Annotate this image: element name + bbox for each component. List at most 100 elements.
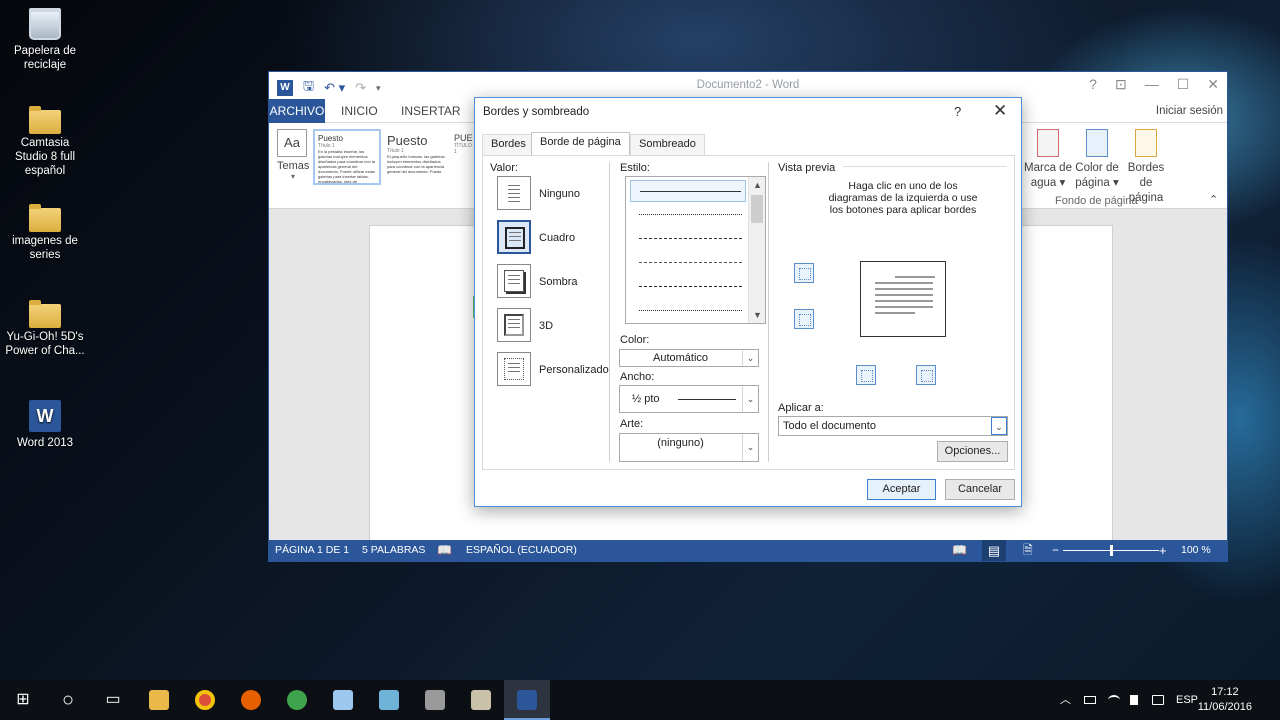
- app-tool-icon[interactable]: [412, 680, 458, 720]
- setting-cuadro-button[interactable]: [497, 220, 531, 254]
- line-style-dash-dot-dot[interactable]: [630, 300, 746, 322]
- word-taskbar-icon[interactable]: [504, 680, 550, 720]
- web-layout-icon[interactable]: 🗎: [1023, 540, 1033, 561]
- clock[interactable]: 17:12 11/06/2016: [1198, 685, 1252, 715]
- options-button[interactable]: Opciones...: [937, 441, 1008, 462]
- word-icon: W: [29, 400, 61, 432]
- style-set-thumb[interactable]: Puesto Título 1 El pequeño formato, las …: [383, 129, 449, 185]
- battery-icon[interactable]: [1084, 680, 1096, 720]
- tab-sombreado[interactable]: Sombreado: [630, 134, 705, 155]
- art-value: (ninguno): [657, 437, 704, 449]
- zoom-out-button[interactable]: −: [1052, 540, 1059, 561]
- tab-bordes[interactable]: Bordes: [482, 134, 535, 155]
- setting-personalizado-button[interactable]: [497, 352, 531, 386]
- setting-ninguno-label[interactable]: Ninguno: [539, 188, 580, 200]
- page-color-button[interactable]: Color de página ▾: [1073, 129, 1121, 191]
- line-style-list[interactable]: ▲ ▼: [625, 176, 766, 324]
- right-border-button[interactable]: [916, 365, 936, 385]
- app-globe-icon[interactable]: [274, 680, 320, 720]
- border-preview[interactable]: [860, 261, 946, 337]
- scroll-thumb[interactable]: [751, 195, 763, 223]
- ribbon-display-icon[interactable]: ⊡: [1115, 76, 1127, 93]
- cortana-icon[interactable]: ○: [45, 680, 91, 720]
- bottom-border-button[interactable]: [794, 309, 814, 329]
- scroll-up-icon[interactable]: ▲: [753, 180, 762, 190]
- help-icon[interactable]: ?: [1089, 76, 1097, 93]
- desktop-icon-yugioh[interactable]: Yu-Gi-Oh! 5D's Power of Cha...: [4, 300, 86, 358]
- apply-to-dropdown[interactable]: Todo el documento ⌄: [778, 416, 1008, 436]
- line-style-dotted[interactable]: [630, 204, 746, 226]
- wifi-icon[interactable]: [1108, 680, 1120, 720]
- desktop-icon-recycle-bin[interactable]: Papelera de reciclaje: [4, 8, 86, 72]
- zoom-slider-thumb[interactable]: [1110, 545, 1113, 556]
- temas-button[interactable]: Aa Temas ▾: [277, 129, 309, 181]
- print-layout-icon[interactable]: ▤: [982, 540, 1006, 561]
- minimize-icon[interactable]: —: [1145, 76, 1159, 93]
- line-style-dash-dot[interactable]: [630, 276, 746, 298]
- accept-button[interactable]: Aceptar: [867, 479, 936, 500]
- style-list-scrollbar[interactable]: ▲ ▼: [748, 177, 765, 323]
- chrome-icon[interactable]: [182, 680, 228, 720]
- setting-ninguno-button[interactable]: [497, 176, 531, 210]
- dialog-title: Bordes y sombreado: [483, 106, 590, 118]
- style-set-thumb[interactable]: Puesto Título 1 En la pestaña Insertar, …: [313, 129, 381, 185]
- tab-insertar[interactable]: INSERTAR: [401, 99, 461, 123]
- left-border-button[interactable]: [856, 365, 876, 385]
- close-icon[interactable]: ✕: [993, 101, 1007, 121]
- collapse-ribbon-icon[interactable]: ⌃: [1209, 193, 1218, 206]
- width-dropdown[interactable]: ½ pto ⌄: [619, 385, 759, 413]
- line-style-solid[interactable]: [630, 180, 746, 202]
- tab-inicio[interactable]: INICIO: [341, 99, 378, 123]
- app-media-icon[interactable]: [458, 680, 504, 720]
- estilo-label: Estilo:: [620, 162, 650, 174]
- proofing-icon[interactable]: 📖: [437, 540, 452, 561]
- style-set-thumb[interactable]: PUES TÍTULO 1: [450, 129, 474, 185]
- task-view-icon[interactable]: ▭: [90, 680, 136, 720]
- tab-borde-de-pagina[interactable]: Borde de página: [531, 132, 630, 155]
- zoom-in-button[interactable]: +: [1159, 540, 1167, 561]
- desktop-icon-word[interactable]: W Word 2013: [4, 400, 86, 450]
- line-style-dashed-small[interactable]: [630, 228, 746, 250]
- tab-archivo[interactable]: ARCHIVO: [269, 99, 325, 123]
- language-indicator[interactable]: ESP: [1176, 680, 1198, 720]
- desktop-icon-label: imagenes de series: [12, 235, 78, 261]
- help-icon[interactable]: ?: [954, 104, 961, 119]
- top-border-button[interactable]: [794, 263, 814, 283]
- line-style-dashed[interactable]: [630, 252, 746, 274]
- arte-label: Arte:: [620, 418, 644, 430]
- start-button[interactable]: ⊞: [0, 680, 46, 720]
- read-mode-icon[interactable]: 📖: [952, 540, 967, 561]
- page-borders-icon: [1135, 129, 1157, 157]
- status-bar: PÁGINA 1 DE 1 5 PALABRAS 📖 ESPAÑOL (ECUA…: [269, 540, 1227, 561]
- language-indicator[interactable]: ESPAÑOL (ECUADOR): [466, 540, 577, 561]
- volume-icon[interactable]: [1130, 680, 1138, 720]
- setting-3d-button[interactable]: [497, 308, 531, 342]
- restore-icon[interactable]: ☐: [1177, 76, 1190, 93]
- desktop-icon-imagenes[interactable]: imagenes de series: [4, 204, 86, 262]
- cancel-button[interactable]: Cancelar: [945, 479, 1015, 500]
- page-count[interactable]: PÁGINA 1 DE 1: [275, 540, 349, 561]
- firefox-icon[interactable]: [228, 680, 274, 720]
- desktop-icon-camtasia[interactable]: Camtasia Studio 8 full español: [4, 106, 86, 178]
- preview-hint: Haga clic en uno de los diagramas de la …: [828, 180, 978, 216]
- notifications-icon[interactable]: [1152, 680, 1164, 720]
- close-icon[interactable]: ✕: [1207, 76, 1219, 93]
- tray-chevron-icon[interactable]: ︿: [1060, 680, 1071, 720]
- app-box-icon[interactable]: [320, 680, 366, 720]
- window-controls: ? ⊡ — ☐ ✕: [1089, 76, 1219, 93]
- setting-sombra-button[interactable]: [497, 264, 531, 298]
- color-dropdown[interactable]: Automático ⌄: [619, 349, 759, 367]
- setting-cuadro-label[interactable]: Cuadro: [539, 232, 575, 244]
- sign-in-link[interactable]: Iniciar sesión: [1156, 99, 1223, 123]
- scroll-down-icon[interactable]: ▼: [753, 310, 762, 320]
- setting-sombra-label[interactable]: Sombra: [539, 276, 578, 288]
- word-count[interactable]: 5 PALABRAS: [362, 540, 425, 561]
- watermark-button[interactable]: Marca de agua ▾: [1023, 129, 1073, 191]
- setting-3d-label[interactable]: 3D: [539, 320, 553, 332]
- app-notepad-icon[interactable]: [366, 680, 412, 720]
- clock-time: 17:12: [1211, 686, 1239, 698]
- art-dropdown[interactable]: (ninguno) ⌄: [619, 433, 759, 462]
- file-explorer-icon[interactable]: [136, 680, 182, 720]
- zoom-level[interactable]: 100 %: [1181, 540, 1211, 561]
- setting-personalizado-label[interactable]: Personalizado: [539, 364, 609, 376]
